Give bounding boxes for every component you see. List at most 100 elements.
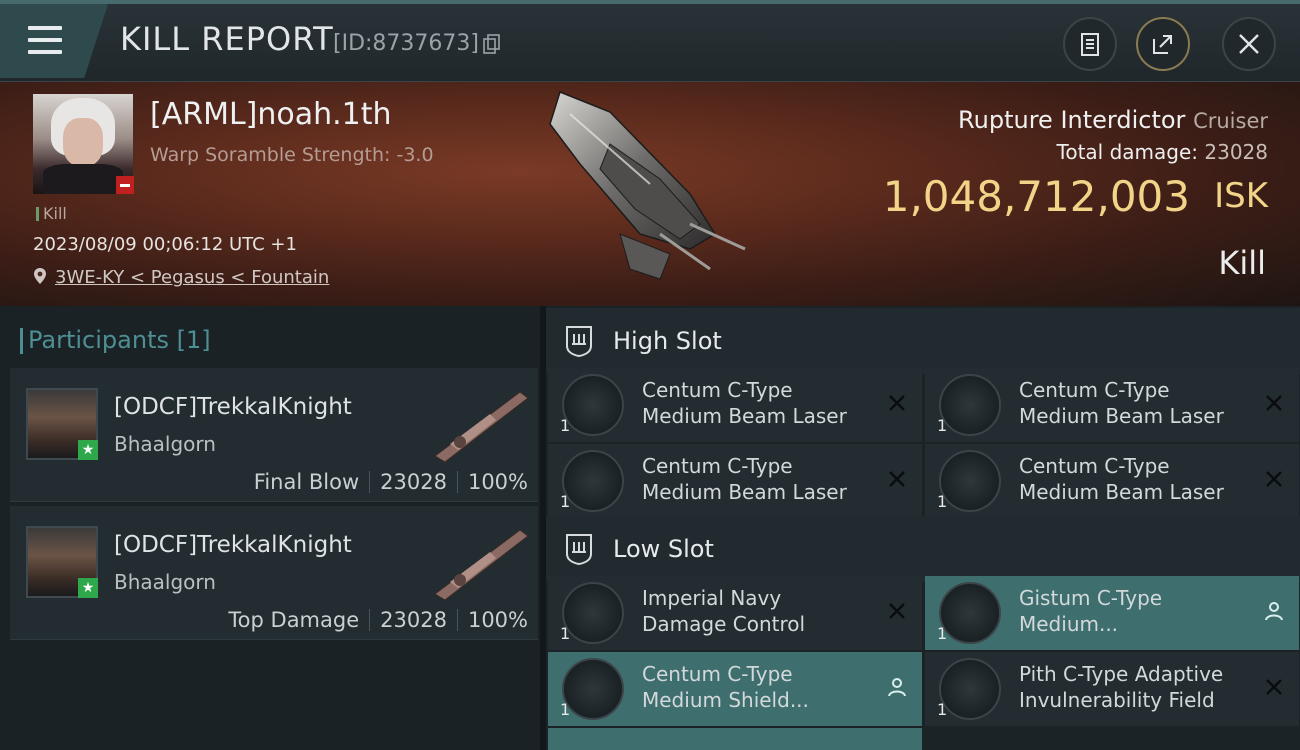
module-item[interactable]: 1 Centum C-Type Medium Beam Laser xyxy=(548,444,922,518)
module-name: Centum C-Type xyxy=(1019,378,1170,402)
participant-damage: 23028 xyxy=(380,608,447,632)
participant-name[interactable]: [ODCF]TrekkalKnight xyxy=(114,394,352,420)
participant-stats: Top Damage 23028 100% xyxy=(228,608,528,632)
high-slot-icon xyxy=(566,326,592,358)
kill-tag: Kill xyxy=(36,204,67,223)
destroyed-icon xyxy=(889,471,905,487)
participant-role: Final Blow xyxy=(253,470,360,494)
module-item[interactable]: 1 Centum C-Type Medium Beam Laser xyxy=(925,444,1299,518)
module-name: Centum C-Type xyxy=(642,662,793,686)
module-qty: 1 xyxy=(560,624,571,643)
copy-icon[interactable] xyxy=(483,34,501,54)
weapon-icon xyxy=(434,529,529,601)
module-type: Medium Beam Laser xyxy=(642,480,847,504)
module-type: Medium Beam Laser xyxy=(1019,480,1224,504)
participants-panel: Participants [1] ★ [ODCF]TrekkalKnight B… xyxy=(0,306,540,750)
ship-render xyxy=(549,91,746,280)
module-name: Pith C-Type Adaptive xyxy=(1019,662,1224,686)
destroyed-icon xyxy=(889,603,905,619)
total-damage-label: Total damage: xyxy=(1056,140,1199,164)
low-slot-label: Low Slot xyxy=(613,535,714,563)
participant-avatar[interactable]: ★ xyxy=(26,388,98,460)
module-item[interactable] xyxy=(548,728,922,750)
menu-button[interactable] xyxy=(0,4,108,78)
page-title: KILL REPORT xyxy=(120,20,334,58)
module-qty: 1 xyxy=(560,416,571,435)
participant-damage: 23028 xyxy=(380,470,447,494)
participant-ship: Bhaalgorn xyxy=(114,432,216,456)
close-button[interactable] xyxy=(1222,17,1276,71)
laser-module-icon xyxy=(562,374,624,436)
star-icon: ★ xyxy=(78,578,98,598)
module-item[interactable]: 1 Centum C-Type Medium Shield... xyxy=(548,652,922,726)
module-item[interactable]: 1 Centum C-Type Medium Beam Laser xyxy=(548,368,922,442)
clipboard-icon xyxy=(1081,33,1099,56)
participant-percent: 100% xyxy=(467,470,528,494)
total-damage: Total damage: 23028 xyxy=(1057,140,1268,164)
destroyed-icon xyxy=(1266,395,1282,411)
total-damage-value: 23028 xyxy=(1204,140,1268,164)
participant-name[interactable]: [ODCF]TrekkalKnight xyxy=(114,532,352,558)
victim-ship: Rupture Interdictor Cruiser xyxy=(958,106,1268,134)
close-icon xyxy=(1239,34,1259,54)
destroyed-icon xyxy=(1266,471,1282,487)
participant-card[interactable]: ★ [ODCF]TrekkalKnight Bhaalgorn Final Bl… xyxy=(10,368,538,502)
low-slot-header: Low Slot xyxy=(546,516,1300,582)
hamburger-icon xyxy=(28,26,62,54)
module-type: Damage Control xyxy=(642,612,806,636)
hostile-badge-icon xyxy=(116,176,134,194)
module-qty: 1 xyxy=(560,492,571,511)
kill-location-link[interactable]: 3WE-KY < Pegasus < Fountain xyxy=(55,267,329,288)
kill-datetime: 2023/08/09 00;06:12 UTC +1 xyxy=(33,234,297,255)
module-name: Centum C-Type xyxy=(1019,454,1170,478)
victim-name[interactable]: [ARML]noah.1th xyxy=(150,97,392,132)
module-qty: 1 xyxy=(937,700,948,719)
module-qty: 1 xyxy=(937,492,948,511)
module-name: Centum C-Type xyxy=(642,378,793,402)
high-slot-label: High Slot xyxy=(613,327,722,355)
module-name: Imperial Navy xyxy=(642,586,782,610)
module-type: Invulnerability Field xyxy=(1019,688,1215,712)
participant-card[interactable]: ★ [ODCF]TrekkalKnight Bhaalgorn Top Dama… xyxy=(10,506,538,640)
module-type: Medium Beam Laser xyxy=(642,404,847,428)
participant-role: Top Damage xyxy=(228,608,360,632)
share-icon xyxy=(1153,35,1172,54)
module-qty: 1 xyxy=(937,416,948,435)
participant-percent: 100% xyxy=(467,608,528,632)
ship-name[interactable]: Rupture Interdictor xyxy=(958,106,1185,134)
isk-label: ISK xyxy=(1214,176,1268,216)
destroyed-icon xyxy=(1266,679,1282,695)
location-pin-icon xyxy=(34,268,46,284)
destroyed-icon xyxy=(889,395,905,411)
laser-module-icon xyxy=(562,450,624,512)
module-item[interactable]: 1 Centum C-Type Medium Beam Laser xyxy=(925,368,1299,442)
fitting-panel: High Slot 1 Centum C-Type Medium Beam La… xyxy=(546,306,1300,750)
module-type: Medium Beam Laser xyxy=(1019,404,1224,428)
module-qty: 1 xyxy=(937,624,948,643)
module-item[interactable]: 1 Gistum C-Type Medium... xyxy=(925,576,1299,650)
module-name: Centum C-Type xyxy=(642,454,793,478)
module-type: Medium Shield... xyxy=(642,688,809,712)
shield-module-icon xyxy=(562,658,624,720)
dropped-person-icon xyxy=(888,678,906,697)
laser-module-icon xyxy=(939,374,1001,436)
high-slot-header: High Slot xyxy=(546,308,1300,374)
share-button[interactable] xyxy=(1136,17,1190,71)
clipboard-button[interactable] xyxy=(1063,17,1117,71)
participants-title: Participants [1] xyxy=(20,326,211,354)
shield-module-icon xyxy=(939,658,1001,720)
module-qty: 1 xyxy=(560,700,571,719)
module-name: Gistum C-Type xyxy=(1019,586,1163,610)
dropped-person-icon xyxy=(1265,602,1283,621)
afterburner-module-icon xyxy=(939,582,1001,644)
kill-report-header: KILL REPORT [ID:8737673] xyxy=(0,0,1300,82)
isk-value: 1,048,712,003 xyxy=(882,172,1190,221)
low-slot-icon xyxy=(566,534,592,566)
warp-scramble-strength: Warp Soramble Strength: -3.0 xyxy=(150,144,434,166)
weapon-icon xyxy=(434,391,529,463)
module-item[interactable]: 1 Pith C-Type Adaptive Invulnerability F… xyxy=(925,652,1299,726)
module-item[interactable]: 1 Imperial Navy Damage Control xyxy=(548,576,922,650)
damage-control-icon xyxy=(562,582,624,644)
module-type: Medium... xyxy=(1019,612,1119,636)
participant-avatar[interactable]: ★ xyxy=(26,526,98,598)
